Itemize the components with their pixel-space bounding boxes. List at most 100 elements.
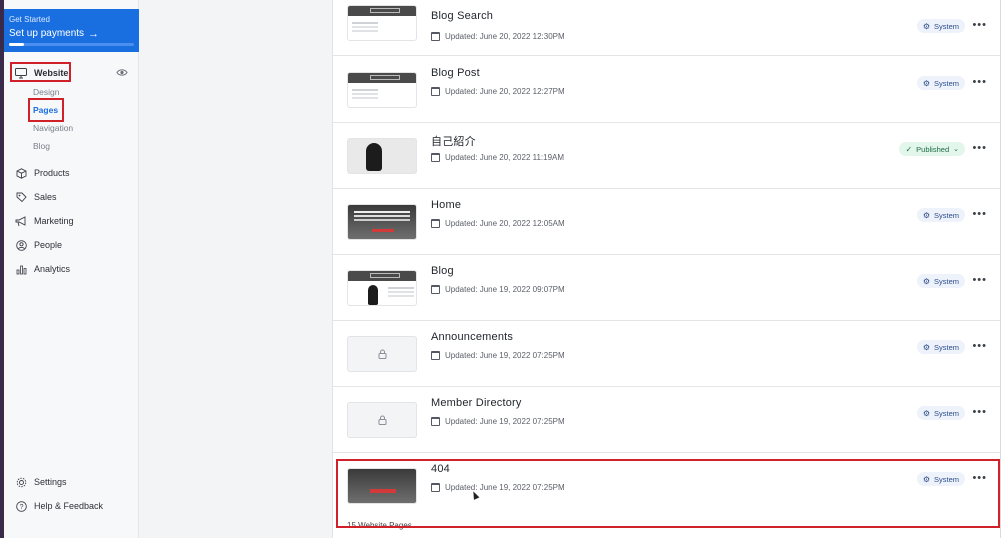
highlight-404-row	[336, 459, 1000, 528]
eye-icon[interactable]	[116, 68, 128, 78]
sidebar-item-label: Sales	[34, 192, 57, 202]
page-title[interactable]: Blog Search	[431, 10, 493, 22]
setup-payments-label: Set up payments	[9, 28, 85, 39]
page-updated: Updated: June 20, 2022 12:05AM	[431, 219, 565, 228]
sidebar-item-label: Products	[34, 168, 70, 178]
page-thumbnail	[347, 138, 417, 174]
page-row[interactable]: Blog Search Updated: June 20, 2022 12:30…	[333, 0, 1001, 56]
sidebar-item-settings[interactable]: Settings	[14, 476, 67, 488]
sidebar-item-analytics[interactable]: Analytics	[14, 263, 70, 275]
page-title[interactable]: Blog	[431, 265, 454, 277]
page-title[interactable]: Member Directory	[431, 397, 522, 409]
page-thumbnail	[347, 72, 417, 108]
subnav-navigation[interactable]: Navigation	[33, 123, 73, 133]
status-badge: ⚙ System	[916, 76, 965, 90]
updated-text: Updated: June 20, 2022 12:05AM	[445, 219, 565, 228]
status-text: System	[933, 342, 959, 352]
person-icon	[14, 239, 28, 251]
sidebar-item-products[interactable]: Products	[14, 167, 70, 179]
status-badge[interactable]: ✓ Published ⌄	[899, 142, 965, 156]
page-row[interactable]: Announcements Updated: June 19, 2022 07:…	[333, 321, 1001, 387]
help-icon: ?	[14, 500, 28, 512]
page-updated: Updated: June 20, 2022 12:30PM	[431, 32, 565, 41]
arrow-right-icon: →	[88, 28, 100, 40]
updated-text: Updated: June 20, 2022 11:19AM	[445, 153, 565, 162]
app-window: Get Started Set up payments → Website De…	[0, 0, 1001, 538]
status-text: System	[933, 78, 959, 88]
gear-icon: ⚙	[922, 78, 930, 88]
calendar-icon	[431, 153, 440, 162]
sidebar-item-help[interactable]: ? Help & Feedback	[14, 500, 103, 512]
page-row[interactable]: Blog Post Updated: June 20, 2022 12:27PM…	[333, 57, 1001, 123]
sidebar-item-label: Analytics	[34, 264, 71, 274]
page-row[interactable]: Home Updated: June 20, 2022 12:05AM ⚙ Sys…	[333, 189, 1001, 255]
get-started-card[interactable]: Get Started Set up payments →	[4, 9, 139, 52]
setup-payments-link[interactable]: Set up payments →	[9, 27, 134, 41]
gear-icon: ⚙	[922, 408, 930, 418]
page-thumbnail	[347, 336, 417, 372]
more-options-button[interactable]: •••	[972, 76, 987, 88]
status-text: System	[933, 408, 959, 418]
more-options-button[interactable]: •••	[972, 208, 987, 220]
check-icon: ✓	[905, 144, 913, 154]
status-text: System	[933, 276, 959, 286]
setup-progress-fill	[9, 43, 24, 46]
calendar-icon	[431, 87, 440, 96]
updated-text: Updated: June 20, 2022 12:30PM	[445, 32, 565, 41]
more-options-button[interactable]: •••	[972, 406, 987, 418]
status-badge: ⚙ System	[916, 274, 965, 288]
page-row[interactable]: 自己紹介 Updated: June 20, 2022 11:19AM ✓ Pub…	[333, 123, 1001, 189]
page-title[interactable]: Announcements	[431, 331, 513, 343]
page-row[interactable]: Blog Updated: June 19, 2022 09:07PM ⚙ Sys…	[333, 255, 1001, 321]
updated-text: Updated: June 19, 2022 07:25PM	[445, 351, 565, 360]
status-text: System	[933, 210, 959, 220]
bar-chart-icon	[14, 263, 28, 275]
subnav-blog[interactable]: Blog	[33, 141, 50, 151]
chevron-down-icon: ⌄	[953, 146, 959, 153]
status-badge: ⚙ System	[916, 340, 965, 354]
sidebar-item-marketing[interactable]: Marketing	[14, 215, 74, 227]
page-title[interactable]: Blog Post	[431, 67, 480, 79]
updated-text: Updated: June 20, 2022 12:27PM	[445, 87, 565, 96]
lock-icon	[348, 337, 416, 371]
pages-list: Blog Search Updated: June 20, 2022 12:30…	[332, 0, 1001, 538]
svg-text:?: ?	[19, 504, 23, 511]
page-thumbnail	[347, 204, 417, 240]
status-text: System	[933, 21, 959, 31]
more-options-button[interactable]: •••	[972, 274, 987, 286]
sidebar-item-label: People	[34, 240, 63, 250]
tag-icon	[14, 191, 28, 203]
highlight-pages	[28, 98, 64, 122]
page-title[interactable]: Home	[431, 199, 461, 211]
calendar-icon	[431, 351, 440, 360]
calendar-icon	[431, 219, 440, 228]
sidebar-item-label: Help & Feedback	[34, 501, 104, 511]
updated-text: Updated: June 19, 2022 09:07PM	[445, 285, 565, 294]
megaphone-icon	[14, 215, 28, 227]
page-updated: Updated: June 20, 2022 11:19AM	[431, 153, 564, 162]
page-thumbnail	[347, 402, 417, 438]
sidebar-item-people[interactable]: People	[14, 239, 62, 251]
sidebar-item-sales[interactable]: Sales	[14, 191, 57, 203]
calendar-icon	[431, 285, 440, 294]
page-row[interactable]: Member Directory Updated: June 19, 2022 …	[333, 387, 1001, 453]
page-title[interactable]: 自己紹介	[431, 133, 476, 149]
more-options-button[interactable]: •••	[972, 19, 987, 31]
more-options-button[interactable]: •••	[972, 142, 987, 154]
page-thumbnail	[347, 5, 417, 41]
page-updated: Updated: June 19, 2022 09:07PM	[431, 285, 565, 294]
more-options-button[interactable]: •••	[972, 340, 987, 352]
box-icon	[14, 167, 28, 179]
calendar-icon	[431, 32, 440, 41]
sidebar-item-label: Marketing	[34, 216, 74, 226]
subnav-design[interactable]: Design	[33, 87, 59, 97]
gear-icon: ⚙	[922, 342, 930, 352]
status-badge: ⚙ System	[916, 406, 965, 420]
status-badge: ⚙ System	[916, 208, 965, 222]
calendar-icon	[431, 417, 440, 426]
gear-icon	[14, 476, 28, 488]
status-badge: ⚙ System	[916, 19, 965, 33]
page-updated: Updated: June 20, 2022 12:27PM	[431, 87, 565, 96]
gear-icon: ⚙	[922, 21, 930, 31]
page-updated: Updated: June 19, 2022 07:25PM	[431, 417, 565, 426]
